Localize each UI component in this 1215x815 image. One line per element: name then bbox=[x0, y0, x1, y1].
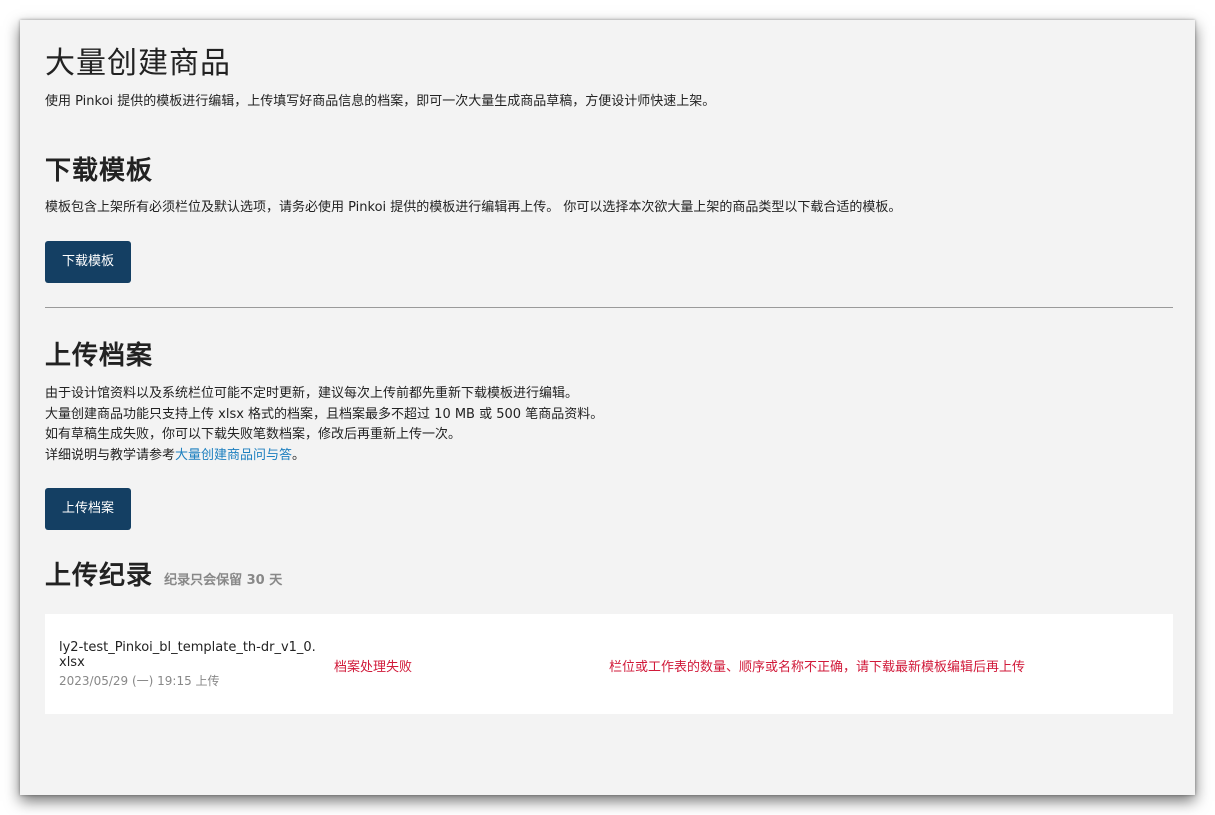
page-intro: 使用 Pinkoi 提供的模板进行编辑，上传填写好商品信息的档案，即可一次大量生… bbox=[45, 94, 716, 109]
record-timestamp: 2023/05/29 (一) 19:15 上传 bbox=[59, 674, 220, 688]
record-status: 档案处理失败 bbox=[334, 660, 413, 675]
record-filename: ly2-test_Pinkoi_bl_template_th-dr_v1_0.x… bbox=[59, 640, 316, 670]
upload-desc-line: 如有草稿生成失败，你可以下载失败笔数档案，修改后再重新上传一次。 bbox=[45, 427, 462, 442]
faq-link[interactable]: 大量创建商品问与答 bbox=[175, 448, 292, 463]
section-divider bbox=[45, 307, 1173, 308]
download-heading: 下载模板 bbox=[45, 156, 154, 186]
download-description: 模板包含上架所有必须栏位及默认选项，请务必使用 Pinkoi 提供的模板进行编辑… bbox=[45, 200, 902, 215]
upload-file-button[interactable]: 上传档案 bbox=[45, 488, 131, 530]
upload-help-suffix: 。 bbox=[292, 447, 306, 463]
record-error-message: 栏位或工作表的数量、顺序或名称不正确，请下载最新模板编辑后再上传 bbox=[609, 660, 1026, 675]
upload-desc-line: 由于设计馆资料以及系统栏位可能不定时更新，建议每次上传前都先重新下载模板进行编辑… bbox=[45, 386, 579, 401]
upload-record-row: ly2-test_Pinkoi_bl_template_th-dr_v1_0.x… bbox=[45, 614, 1173, 714]
upload-help-prefix: 详细说明与教学请参考 bbox=[45, 447, 176, 463]
upload-description: 由于设计馆资料以及系统栏位可能不定时更新，建议每次上传前都先重新下载模板进行编辑… bbox=[45, 384, 603, 466]
retention-note: 纪录只会保留 30 天 bbox=[164, 573, 283, 588]
upload-history-heading: 上传纪录 bbox=[45, 561, 154, 591]
upload-desc-line: 大量创建商品功能只支持上传 xlsx 格式的档案，且档案最多不超过 10 MB … bbox=[45, 406, 604, 422]
upload-help-line: 详细说明与教学请参考大量创建商品问与答。 bbox=[45, 446, 603, 467]
upload-history-header: 上传纪录 纪录只会保留 30 天 bbox=[45, 555, 282, 592]
page-title: 大量创建商品 bbox=[45, 46, 231, 81]
upload-heading: 上传档案 bbox=[45, 341, 154, 371]
page-window: 大量创建商品 使用 Pinkoi 提供的模板进行编辑，上传填写好商品信息的档案，… bbox=[20, 20, 1195, 795]
download-template-button[interactable]: 下载模板 bbox=[45, 241, 131, 283]
